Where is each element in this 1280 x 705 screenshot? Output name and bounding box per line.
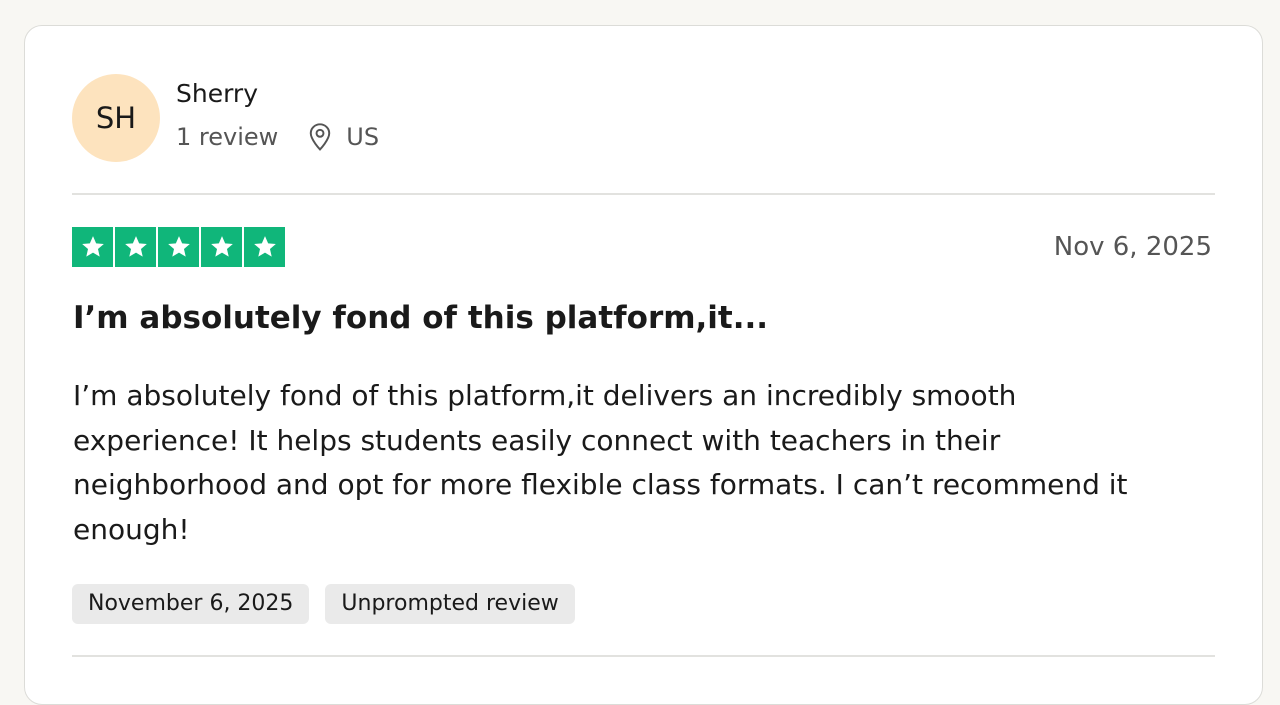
avatar[interactable]: SH: [72, 74, 160, 162]
star-icon: [81, 236, 104, 257]
review-body: I’m absolutely fond of this platform,it …: [73, 379, 1128, 546]
divider: [72, 193, 1215, 195]
star-box: [158, 227, 199, 267]
star-box: [201, 227, 242, 267]
review-title[interactable]: I’m absolutely fond of this platform,it.…: [73, 300, 768, 336]
star-box: [244, 227, 285, 267]
location-pin-icon: [310, 123, 331, 151]
reviewer-country: US: [346, 123, 380, 151]
star-icon: [167, 236, 190, 257]
star-rating: [72, 227, 285, 267]
star-icon: [124, 236, 147, 257]
review-card: SH Sherry 1 review US Nov 6, 2025 I’m ab…: [24, 25, 1263, 705]
star-box: [115, 227, 156, 267]
avatar-initials: SH: [95, 101, 137, 135]
reviewer-meta: 1 review US: [176, 122, 379, 152]
divider: [72, 655, 1215, 657]
reviewer-name[interactable]: Sherry: [176, 79, 258, 108]
review-type-tag[interactable]: Unprompted review: [325, 584, 575, 624]
date-of-experience-tag: November 6, 2025: [72, 584, 310, 624]
review-date: Nov 6, 2025: [1053, 232, 1212, 262]
star-icon: [253, 236, 276, 257]
reviewer-location: US: [306, 122, 379, 152]
star-icon: [210, 236, 233, 257]
review-tags: November 6, 2025 Unprompted review: [72, 584, 575, 624]
review-count: 1 review: [176, 123, 279, 151]
star-box: [72, 227, 113, 267]
